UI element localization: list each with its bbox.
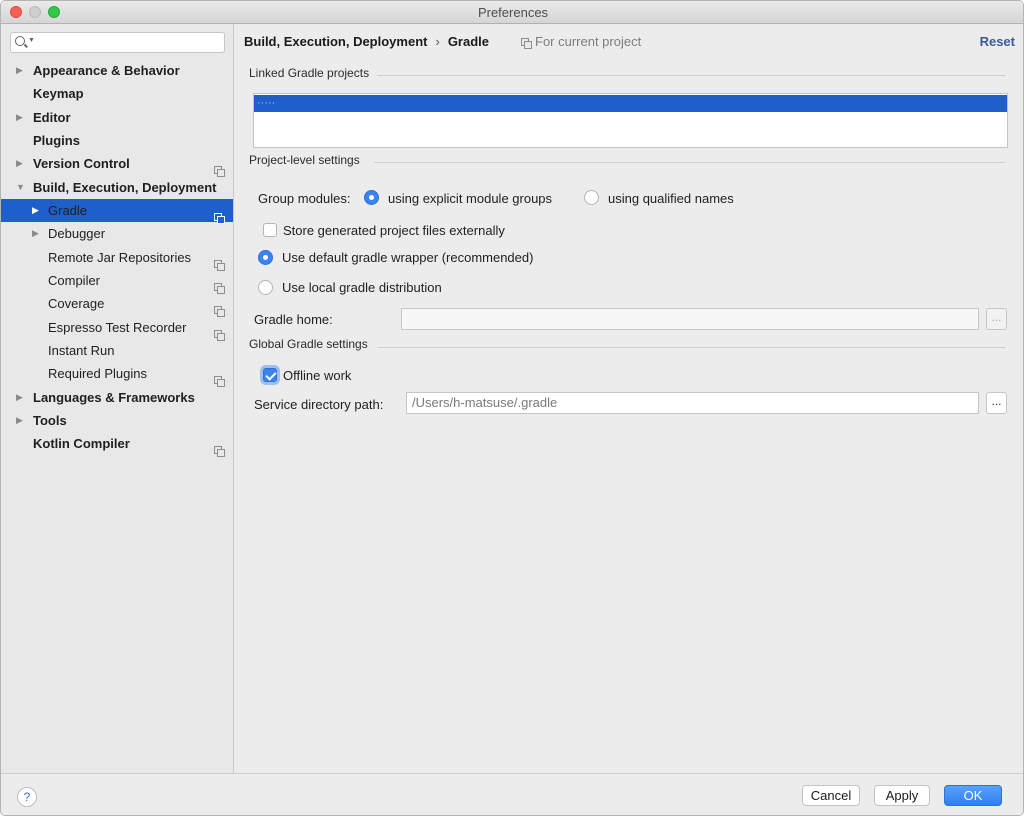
project-scope-icon <box>214 299 225 317</box>
sidebar-item-label: Kotlin Compiler <box>33 436 130 451</box>
sidebar-item-label: Plugins <box>33 133 80 148</box>
project-scope-icon <box>214 439 225 457</box>
sidebar-item-editor[interactable]: ▶ Editor <box>1 106 233 129</box>
offline-work-label[interactable]: Offline work <box>283 368 351 383</box>
sidebar-item-version-control[interactable]: ▶ Version Control <box>1 152 233 177</box>
local-distribution-label[interactable]: Use local gradle distribution <box>282 280 442 295</box>
sidebar-item-languages-frameworks[interactable]: ▶ Languages & Frameworks <box>1 386 233 409</box>
project-scope-icon <box>214 276 225 294</box>
sidebar-item-appearance-behavior[interactable]: ▶ Appearance & Behavior <box>1 59 233 82</box>
sidebar-item-label: Tools <box>33 413 67 428</box>
project-scope-icon <box>214 253 225 271</box>
gradle-settings-panel: Build, Execution, Deployment › Gradle For … <box>235 24 1023 773</box>
sidebar-item-plugins[interactable]: Plugins <box>1 129 233 152</box>
scope-label: For current project <box>535 34 642 49</box>
default-wrapper-radio[interactable] <box>258 250 273 265</box>
linked-projects-section-title: Linked Gradle projects <box>249 66 370 80</box>
default-wrapper-label[interactable]: Use default gradle wrapper (recommended) <box>282 250 533 265</box>
service-directory-label: Service directory path: <box>254 397 384 412</box>
sidebar-item-label: Debugger <box>48 226 106 241</box>
sidebar-item-label: Version Control <box>33 156 130 171</box>
expand-arrow-icon[interactable]: ▶ <box>16 59 23 82</box>
sidebar-item-label: Build, Execution, Deployment <box>33 180 217 195</box>
project-scope-icon <box>214 159 225 177</box>
explicit-module-groups-radio[interactable] <box>364 190 379 205</box>
gradle-home-label: Gradle home: <box>254 312 333 327</box>
project-scope-icon <box>214 206 225 224</box>
sidebar-item-label: Languages & Frameworks <box>33 390 195 405</box>
scope-indicator: For current project <box>521 34 641 49</box>
search-icon <box>15 36 25 46</box>
expand-arrow-icon[interactable]: ▶ <box>32 199 39 222</box>
sidebar-item-label: Editor <box>33 110 71 125</box>
project-level-section-title: Project-level settings <box>249 153 360 167</box>
sidebar-item-coverage[interactable]: Coverage <box>1 292 233 317</box>
search-options-chevron-icon[interactable]: ▼ <box>28 37 35 44</box>
sidebar-item-label: Appearance & Behavior <box>33 63 180 78</box>
expand-arrow-icon[interactable]: ▶ <box>16 152 23 175</box>
qualified-names-label[interactable]: using qualified names <box>608 191 734 206</box>
section-divider <box>378 347 1005 348</box>
sidebar-item-build-execution-deployment[interactable]: ▼ Build, Execution, Deployment <box>1 176 233 199</box>
settings-sidebar: ▼ ▶ Appearance & Behavior Keymap ▶ Edito… <box>1 24 234 773</box>
sidebar-item-instant-run[interactable]: Instant Run <box>1 339 233 362</box>
sidebar-item-remote-jar-repositories[interactable]: Remote Jar Repositories <box>1 246 233 271</box>
service-directory-field[interactable]: /Users/h-matsuse/.gradle <box>406 392 979 414</box>
reset-link[interactable]: Reset <box>980 34 1015 49</box>
project-scope-icon <box>521 38 532 49</box>
ok-button[interactable]: OK <box>944 785 1002 806</box>
sidebar-item-kotlin-compiler[interactable]: Kotlin Compiler <box>1 432 233 457</box>
expand-arrow-icon[interactable]: ▶ <box>16 106 23 129</box>
gradle-home-browse-button[interactable]: ... <box>986 308 1007 330</box>
collapse-arrow-icon[interactable]: ▼ <box>16 176 25 199</box>
sidebar-item-compiler[interactable]: Compiler <box>1 269 233 294</box>
breadcrumb-current: Gradle <box>447 34 489 49</box>
expand-arrow-icon[interactable]: ▶ <box>16 386 23 409</box>
sidebar-item-label: Keymap <box>33 86 84 101</box>
sidebar-item-keymap[interactable]: Keymap <box>1 82 233 105</box>
store-external-checkbox[interactable] <box>263 223 277 237</box>
sidebar-item-label: Gradle <box>48 203 88 218</box>
service-directory-browse-button[interactable]: ... <box>986 392 1007 414</box>
preferences-window: Preferences ▼ ▶ Appearance & Behavior Ke… <box>0 0 1024 816</box>
sidebar-item-debugger[interactable]: ▶ Debugger <box>1 222 233 245</box>
sidebar-item-label: Instant Run <box>48 343 115 358</box>
project-scope-icon <box>214 323 225 341</box>
breadcrumb: Build, Execution, Deployment › Gradle <box>244 34 489 49</box>
breadcrumb-separator: › <box>435 34 440 49</box>
store-external-label[interactable]: Store generated project files externally <box>283 223 505 238</box>
gradle-home-field[interactable] <box>401 308 979 330</box>
project-scope-icon <box>214 369 225 387</box>
help-button[interactable]: ? <box>17 787 37 807</box>
window-title: Preferences <box>477 5 549 20</box>
section-divider <box>374 162 1005 163</box>
sidebar-item-gradle[interactable]: ▶ Gradle <box>1 199 233 224</box>
linked-project-row[interactable]: ····· <box>254 95 1007 112</box>
breadcrumb-parent[interactable]: Build, Execution, Deployment <box>244 34 427 49</box>
explicit-module-groups-label[interactable]: using explicit module groups <box>388 191 552 206</box>
section-divider <box>377 75 1005 76</box>
sidebar-item-espresso-test-recorder[interactable]: Espresso Test Recorder <box>1 316 233 341</box>
title-bar: Preferences <box>1 1 1023 24</box>
expand-arrow-icon[interactable]: ▶ <box>16 409 23 432</box>
sidebar-item-label: Compiler <box>48 273 101 288</box>
apply-button[interactable]: Apply <box>874 785 930 806</box>
cancel-button[interactable]: Cancel <box>802 785 860 806</box>
local-distribution-radio[interactable] <box>258 280 273 295</box>
global-settings-section-title: Global Gradle settings <box>249 337 368 351</box>
sidebar-item-label: Remote Jar Repositories <box>48 250 192 265</box>
sidebar-item-tools[interactable]: ▶ Tools <box>1 409 233 432</box>
settings-search-input[interactable]: ▼ <box>10 32 225 53</box>
sidebar-item-label: Coverage <box>48 296 105 311</box>
expand-arrow-icon[interactable]: ▶ <box>32 222 39 245</box>
sidebar-item-label: Espresso Test Recorder <box>48 320 187 335</box>
offline-work-checkbox[interactable] <box>263 368 277 382</box>
sidebar-item-label: Required Plugins <box>48 366 148 381</box>
group-modules-label: Group modules: <box>258 191 351 206</box>
dialog-footer: ? Cancel Apply OK <box>1 773 1023 815</box>
sidebar-item-required-plugins[interactable]: Required Plugins <box>1 362 233 387</box>
qualified-names-radio[interactable] <box>584 190 599 205</box>
linked-projects-list[interactable]: ····· <box>253 93 1008 148</box>
